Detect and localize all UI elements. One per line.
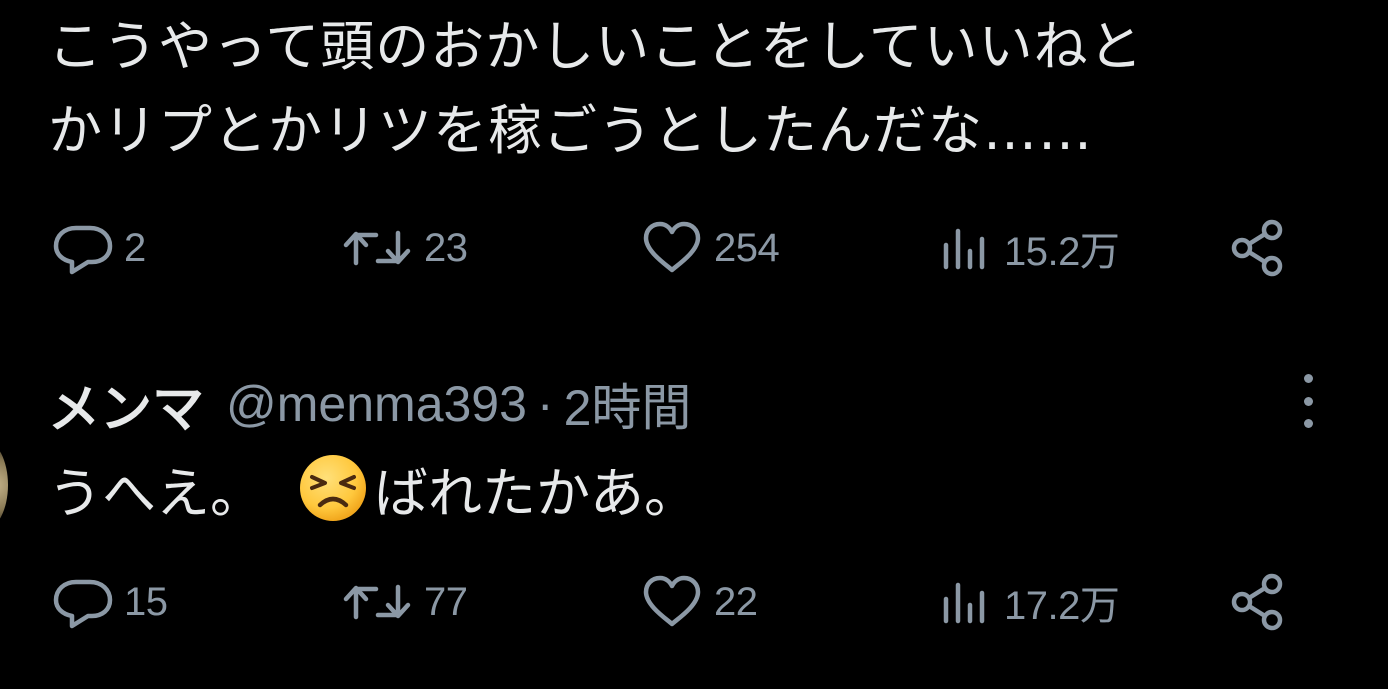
views-button[interactable]: 17.2万 (938, 572, 1120, 632)
retweet-icon (343, 584, 411, 620)
timestamp[interactable]: 2時間 (564, 368, 692, 440)
share-button[interactable] (1228, 218, 1288, 278)
share-icon (1231, 219, 1283, 277)
tweet-text-line-2: かリプとかリツを稼ごうとしたんだな…… (48, 99, 1093, 162)
reply-button[interactable]: 15 (52, 572, 168, 632)
retweet-icon (343, 230, 411, 266)
reply-icon (53, 225, 113, 275)
avatar[interactable] (0, 440, 8, 530)
share-button[interactable] (1228, 572, 1288, 632)
like-button[interactable]: 254 (640, 218, 780, 278)
persevering-face-emoji-icon (300, 455, 366, 521)
reply-text-after-emoji: ばれたかあ。 (374, 461, 698, 525)
heart-icon (643, 221, 701, 273)
reply-text-before-emoji: うへえ。 (48, 461, 264, 525)
user-handle[interactable]: @menma393 (226, 375, 527, 433)
like-button[interactable]: 22 (640, 572, 758, 632)
reply-text: うへえ。 ばれたかあ。 (48, 455, 698, 525)
views-icon (943, 228, 985, 270)
reply-count: 15 (124, 579, 168, 624)
more-options-button[interactable] (1296, 374, 1320, 428)
reply-header: メンマ @menma393 · 2時間 (48, 372, 691, 440)
retweet-count: 23 (424, 225, 468, 270)
separator-dot: · (536, 376, 554, 432)
views-count: 15.2万 (1004, 230, 1120, 274)
retweet-button[interactable]: 77 (342, 572, 468, 632)
tweet-text-line-1: こうやって頭のおかしいことをしていいねと (48, 15, 1144, 78)
reply-count: 2 (124, 225, 146, 270)
views-count: 17.2万 (1004, 584, 1120, 628)
retweet-count: 77 (424, 579, 468, 624)
views-button[interactable]: 15.2万 (938, 218, 1120, 278)
reply-icon (53, 579, 113, 629)
reply-action-bar: 15 77 22 17.2万 (48, 572, 1348, 632)
more-icon (1303, 374, 1313, 383)
tweet-action-bar: 2 23 254 15.2万 (48, 218, 1348, 278)
like-count: 254 (714, 225, 780, 270)
share-icon (1231, 573, 1283, 631)
display-name[interactable]: メンマ (48, 367, 204, 442)
reply-button[interactable]: 2 (52, 218, 146, 278)
heart-icon (643, 575, 701, 627)
like-count: 22 (714, 579, 758, 624)
views-icon (943, 582, 985, 624)
retweet-button[interactable]: 23 (342, 218, 468, 278)
